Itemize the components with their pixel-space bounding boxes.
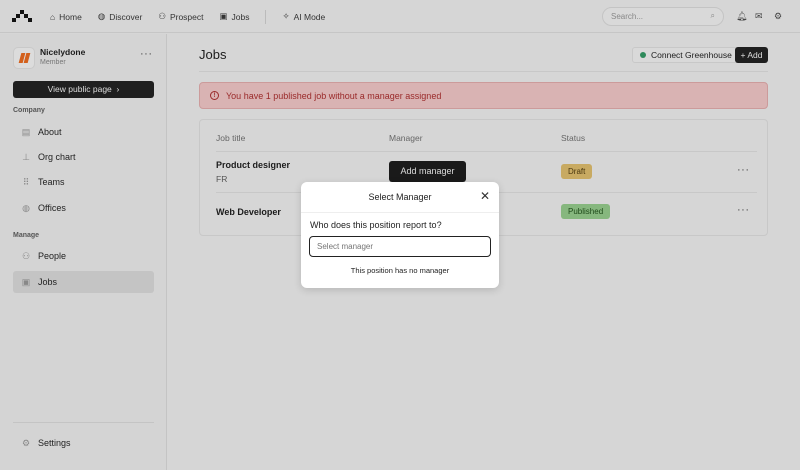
home-icon: ⌂ bbox=[50, 11, 56, 22]
org-more-button[interactable]: ··· bbox=[140, 48, 153, 60]
column-manager: Manager bbox=[389, 133, 423, 143]
row-more-button[interactable]: ··· bbox=[737, 204, 750, 216]
select-manager-modal: Select Manager ✕ Who does this position … bbox=[301, 182, 499, 288]
close-icon[interactable]: ✕ bbox=[480, 189, 490, 203]
user-icon: ⚇ bbox=[21, 250, 31, 261]
page-title: Jobs bbox=[199, 47, 227, 62]
users-icon: ⚇ bbox=[158, 11, 166, 21]
add-job-button[interactable]: + Add bbox=[735, 47, 768, 63]
briefcase-icon: ▣ bbox=[21, 276, 31, 287]
app-logo[interactable] bbox=[12, 10, 32, 22]
nav-jobs[interactable]: ▣ Jobs bbox=[219, 11, 249, 22]
nav-prospect[interactable]: ⚇ Prospect bbox=[158, 11, 203, 22]
grid-icon: ⠿ bbox=[22, 176, 30, 187]
job-location: FR bbox=[216, 174, 228, 184]
sidebar-item-about[interactable]: ▤ About bbox=[13, 121, 154, 143]
sidebar-item-org-chart[interactable]: ⊥ Org chart bbox=[13, 146, 154, 168]
greenhouse-icon bbox=[640, 52, 646, 58]
modal-title: Select Manager bbox=[368, 192, 432, 202]
alert-banner: ! You have 1 published job without a mana… bbox=[199, 82, 768, 109]
nav-ai-mode[interactable]: ✧ AI Mode bbox=[282, 11, 325, 22]
nav-divider bbox=[265, 9, 267, 24]
search-icon: ⌕ bbox=[710, 11, 715, 20]
sparkle-icon: ✧ bbox=[282, 11, 290, 21]
bell-icon[interactable]: 🔔︎ bbox=[736, 11, 747, 22]
building-icon: ▤ bbox=[21, 126, 31, 137]
top-nav: ⌂ Home ◍ Discover ⚇ Prospect ▣ Jobs ✧ AI Mode… bbox=[0, 0, 800, 33]
org-name: Nicelydone bbox=[40, 47, 86, 57]
section-manage: Manage bbox=[13, 232, 40, 239]
org-logo bbox=[13, 47, 35, 69]
briefcase-icon: ▣ bbox=[219, 11, 228, 21]
row-divider bbox=[216, 151, 757, 152]
no-manager-option[interactable]: This position has no manager bbox=[301, 266, 499, 275]
header-divider bbox=[199, 71, 768, 72]
sidebar-item-teams[interactable]: ⠿ Teams bbox=[13, 171, 154, 193]
sidebar-item-jobs[interactable]: ▣ Jobs bbox=[13, 271, 154, 293]
connect-greenhouse-button[interactable]: Connect Greenhouse bbox=[632, 47, 740, 63]
nav-discover[interactable]: ◍ Discover bbox=[98, 11, 142, 22]
gear-icon: ⚙ bbox=[21, 437, 31, 448]
globe-icon: ◍ bbox=[22, 202, 30, 213]
view-public-page-button[interactable]: View public page › bbox=[13, 81, 154, 98]
status-badge: Draft bbox=[561, 164, 593, 179]
modal-question: Who does this position report to? bbox=[310, 220, 442, 230]
sidebar-item-offices[interactable]: ◍ Offices bbox=[13, 197, 154, 219]
org-role: Member bbox=[40, 59, 66, 66]
job-title[interactable]: Product designer bbox=[216, 160, 290, 170]
job-title[interactable]: Web Developer bbox=[216, 207, 281, 217]
modal-divider bbox=[301, 212, 499, 213]
status-badge: Published bbox=[561, 204, 611, 219]
sidebar-item-people[interactable]: ⚇ People bbox=[13, 245, 154, 267]
globe-icon: ◍ bbox=[97, 11, 106, 21]
column-status: Status bbox=[561, 133, 586, 143]
select-manager-input[interactable] bbox=[309, 236, 491, 257]
inbox-icon[interactable]: ✉ bbox=[755, 11, 763, 22]
sidebar: Nicelydone Member ··· View public page ›… bbox=[0, 34, 167, 470]
org-chart-icon: ⊥ bbox=[22, 151, 30, 162]
gear-icon[interactable]: ⚙ bbox=[774, 11, 782, 22]
row-more-button[interactable]: ··· bbox=[737, 164, 750, 176]
add-manager-button[interactable]: Add manager bbox=[389, 161, 466, 182]
sidebar-item-settings[interactable]: ⚙ Settings bbox=[13, 432, 154, 454]
sidebar-divider bbox=[13, 422, 154, 423]
section-company: Company bbox=[13, 107, 45, 114]
alert-icon: ! bbox=[210, 91, 219, 100]
search-input[interactable]: Search... ⌕ bbox=[602, 7, 724, 26]
column-job-title: Job title bbox=[216, 133, 246, 143]
nav-home[interactable]: ⌂ Home bbox=[50, 12, 82, 22]
